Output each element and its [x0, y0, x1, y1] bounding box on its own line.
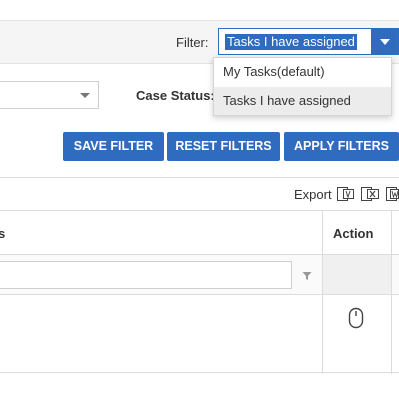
page: Filter: Tasks I have assigned My Tasks(d…	[0, 0, 399, 395]
word-icon[interactable]	[386, 186, 399, 202]
filter-select[interactable]: Tasks I have assigned	[218, 28, 399, 55]
mouse-icon[interactable]	[348, 307, 365, 334]
column-header[interactable]: s	[0, 226, 5, 241]
export-label: Export	[294, 187, 332, 202]
dropdown-option-tasks-assigned[interactable]: Tasks I have assigned	[214, 87, 391, 115]
apply-filters-button[interactable]: APPLY FILTERS	[284, 132, 399, 161]
pdf-icon[interactable]	[337, 186, 354, 202]
case-status-label: Case Status:	[136, 88, 215, 103]
reset-filters-button[interactable]: RESET FILTERS	[167, 132, 280, 161]
filter-select-value: Tasks I have assigned	[225, 34, 357, 50]
column-divider	[391, 211, 392, 374]
tasks-grid: s Action	[0, 210, 399, 374]
column-divider	[322, 211, 323, 374]
grid-header-row: s Action	[0, 211, 399, 255]
column-filter-input[interactable]	[0, 261, 292, 289]
grid-filter-row	[0, 255, 399, 295]
filter-dropdown-menu: My Tasks(default) Tasks I have assigned	[213, 57, 392, 116]
dropdown-option-my-tasks[interactable]: My Tasks(default)	[214, 58, 391, 86]
chevron-down-icon[interactable]	[371, 29, 398, 54]
caret-down-icon	[80, 93, 90, 98]
action-filter-cell	[323, 255, 391, 294]
section-divider	[0, 177, 399, 178]
column-header-action[interactable]: Action	[333, 226, 373, 241]
criteria-select[interactable]	[0, 81, 99, 109]
save-filter-button[interactable]: SAVE FILTER	[63, 132, 164, 161]
funnel-icon[interactable]	[302, 268, 312, 286]
filter-label: Filter:	[176, 35, 209, 50]
excel-icon[interactable]	[361, 186, 379, 202]
table-row	[0, 295, 399, 373]
